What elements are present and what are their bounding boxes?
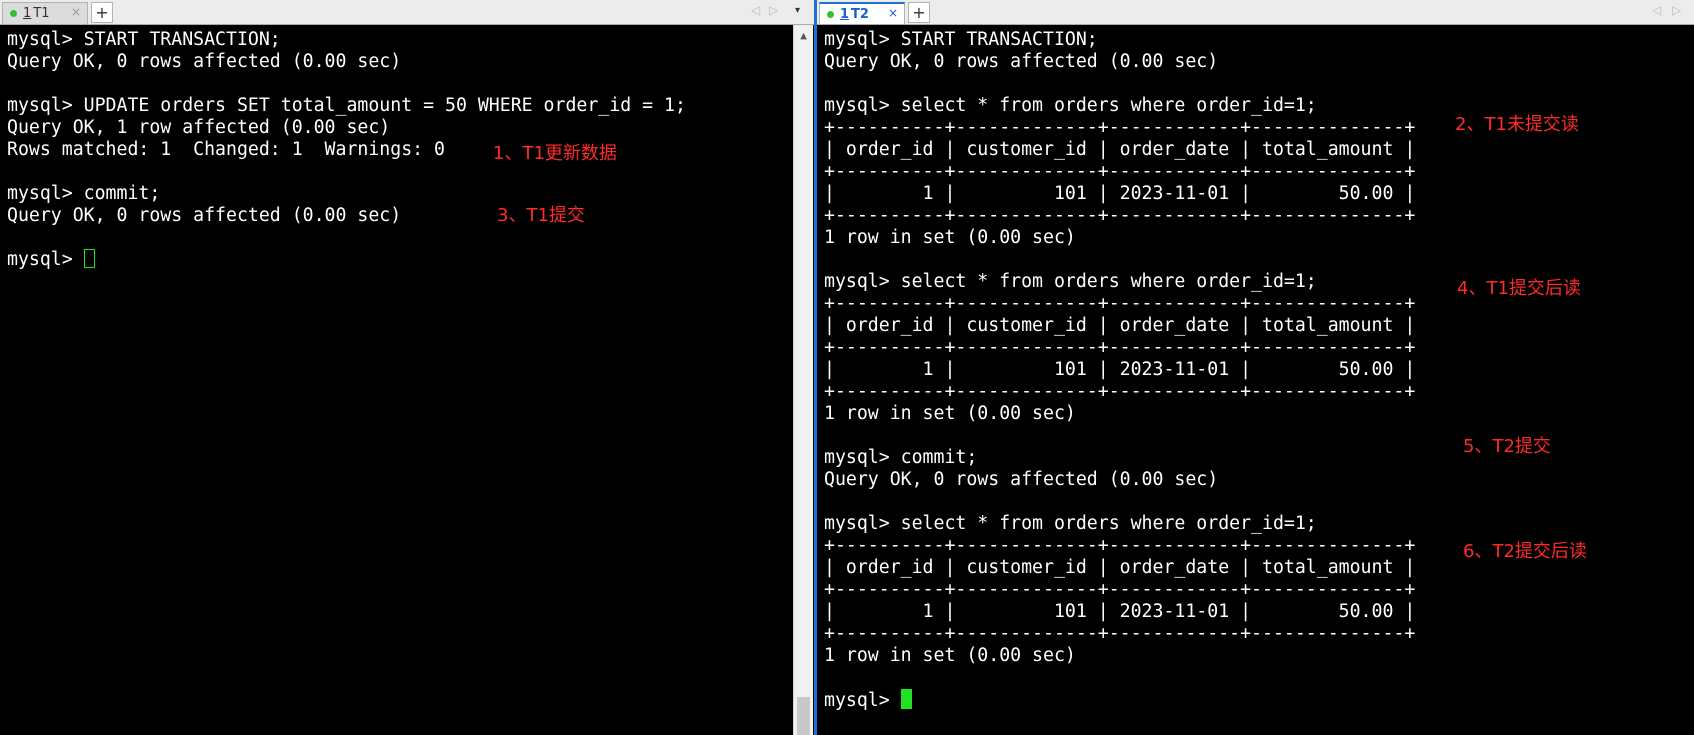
tab-title: T2 xyxy=(851,6,869,22)
terminal-prompt: mysql> xyxy=(7,249,84,270)
annotation-t2-commit: 5、T2提交 xyxy=(1463,436,1551,457)
cursor-icon xyxy=(900,689,912,709)
cursor-icon xyxy=(83,249,95,268)
scrollbar-thumb[interactable] xyxy=(797,697,810,735)
terminal-pane-t1[interactable]: 1 T1 × + ◁ ▷ ▾ mysql> START TRANSACTION;… xyxy=(0,0,814,735)
terminal-text: mysql> START TRANSACTION; Query OK, 0 ro… xyxy=(824,29,1416,666)
annotation-t1-commit: 3、T1提交 xyxy=(497,205,585,226)
tab-scroll-right-icon[interactable]: ▷ xyxy=(769,3,778,17)
connected-status-icon xyxy=(10,10,17,17)
terminal-output-t2[interactable]: mysql> START TRANSACTION; Query OK, 0 ro… xyxy=(824,29,1415,712)
annotation-read-after-t2-commit: 6、T2提交后读 xyxy=(1463,541,1587,562)
terminal-pane-t2[interactable]: 1 T2 × + ◁ ▷ mysql> START TRANSACTION; Q… xyxy=(817,0,1694,735)
tab-scroll-left-icon[interactable]: ◁ xyxy=(751,3,760,17)
terminal-text: mysql> START TRANSACTION; Query OK, 0 ro… xyxy=(7,29,686,226)
add-tab-button[interactable]: + xyxy=(91,2,113,23)
tab-number: 1 xyxy=(23,6,32,21)
tab-menu-icon[interactable]: ▾ xyxy=(795,5,800,16)
vertical-scrollbar[interactable]: ▲ xyxy=(793,25,813,735)
annotation-t1-update: 1、T1更新数据 xyxy=(493,143,617,164)
tab-bar-right: 1 T2 × + ◁ ▷ xyxy=(817,0,1694,25)
tab-t1[interactable]: 1 T1 × xyxy=(2,2,88,24)
terminal-prompt: mysql> xyxy=(824,690,901,711)
tab-bar-left: 1 T1 × + ◁ ▷ ▾ xyxy=(0,0,814,25)
tab-title: T1 xyxy=(33,6,50,21)
tab-t2[interactable]: 1 T2 × xyxy=(819,2,905,24)
annotation-read-after-t1-commit: 4、T1提交后读 xyxy=(1457,278,1581,299)
close-tab-icon[interactable]: × xyxy=(71,5,81,19)
scroll-up-icon[interactable]: ▲ xyxy=(794,29,813,42)
tab-scroll-right-icon[interactable]: ▷ xyxy=(1672,3,1681,17)
tab-scroll-left-icon[interactable]: ◁ xyxy=(1652,3,1661,17)
close-tab-icon[interactable]: × xyxy=(888,6,898,20)
connected-status-icon xyxy=(827,10,834,18)
annotation-uncommitted-read: 2、T1未提交读 xyxy=(1455,114,1579,135)
tab-number: 1 xyxy=(840,6,850,22)
add-tab-button[interactable]: + xyxy=(908,2,930,23)
